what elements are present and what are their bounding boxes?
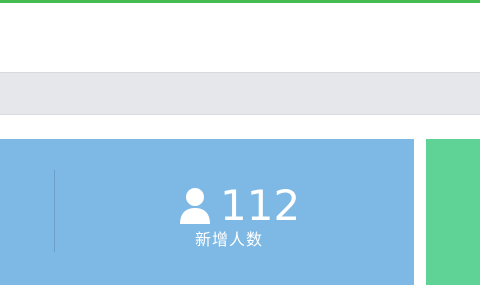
stat-value: 112 [220, 181, 301, 230]
stat-main: 112 [178, 183, 300, 229]
stat-card-new-users[interactable]: 112 新增人数 [0, 139, 414, 285]
user-icon [180, 188, 210, 224]
header-area [0, 3, 480, 72]
stat-card-secondary[interactable] [426, 139, 480, 285]
card-divider [54, 170, 55, 252]
stat-label: 新增人数 [195, 230, 264, 249]
toolbar-strip [0, 72, 480, 115]
bottom-strip [0, 285, 480, 300]
